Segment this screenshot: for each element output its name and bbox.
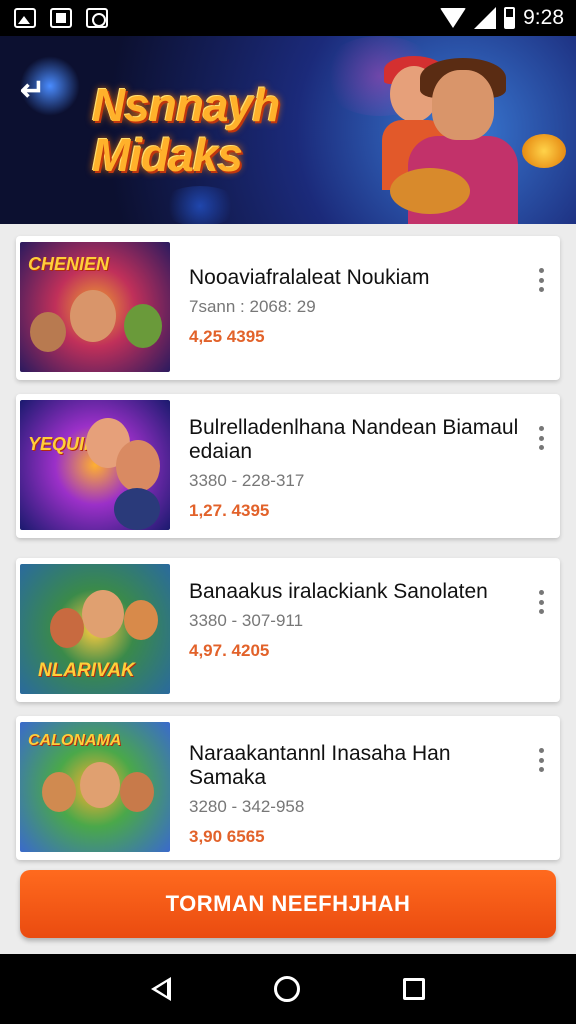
game-price: 4,25 4395 [189,327,265,346]
thumbnail-logo: CALONAMA [28,732,122,749]
app-screen: 9:28 ↵ Nsnnayh Midaks CHENIEN Nooaviafra… [0,0,576,1024]
game-title: Naraakantannl Inasaha Han Samaka [189,742,451,789]
banner-title: Nsnnayh Midaks [92,80,352,180]
list-item[interactable]: CALONAMA Naraakantannl Inasaha Han Samak… [16,716,560,860]
thumbnail-character [80,762,120,808]
thumbnail-character [124,600,158,640]
thumbnail-character [70,290,116,342]
book-icon [50,8,72,28]
thumbnail-character [124,304,162,348]
battery-icon [504,7,516,29]
thumbnail-character [116,440,160,492]
game-price: 4,97. 4205 [189,641,270,660]
more-options-icon[interactable] [538,590,544,614]
list-item[interactable]: YEQUIN Bulrelladenlhana Nandean Biamaul … [16,394,560,538]
status-notifications [14,8,108,28]
banner-glow [160,186,240,224]
thumbnail-character [82,590,124,638]
hero-banner: ↵ Nsnnayh Midaks [0,36,576,224]
game-meta: 3380 - 228-317 [189,471,305,490]
game-price: 3,90 6565 [189,827,265,846]
game-thumbnail[interactable]: NLARIVAK [20,564,170,694]
more-options-icon[interactable] [538,268,544,292]
game-title: Banaakus iralackiank Sanolaten [189,580,488,603]
photo-icon [14,8,36,28]
game-thumbnail[interactable]: CHENIEN [20,242,170,372]
signal-icon [474,7,497,29]
coin-icon [522,134,566,168]
game-info: Nooaviafralaleat Noukiam 7sann : 2068: 2… [189,266,520,348]
thumbnail-character [30,312,66,352]
nav-home-icon[interactable] [273,976,300,1002]
game-meta: 3280 - 342-958 [189,797,305,816]
game-title: Nooaviafralaleat Noukiam [189,266,430,289]
more-options-icon[interactable] [538,426,544,450]
thumbnail-character [114,488,160,530]
game-info: Banaakus iralackiank Sanolaten 3380 - 30… [189,580,520,662]
banner-title-line2: Midaks [92,129,243,181]
back-button[interactable]: ↵ [20,74,54,108]
game-meta: 3380 - 307-911 [189,611,304,630]
nav-back-icon[interactable] [151,977,172,1001]
game-meta: 7sann : 2068: 29 [189,297,316,316]
guitar [390,168,470,214]
status-time: 9:28 [523,6,564,29]
primary-action-button[interactable]: TORMAN NEEFHJHAH [20,870,556,938]
more-options-icon[interactable] [538,748,544,772]
status-bar: 9:28 [0,0,576,36]
game-thumbnail[interactable]: CALONAMA [20,722,170,852]
thumbnail-logo: CHENIEN [28,254,110,274]
banner-title-line1: Nsnnayh [92,79,280,131]
list-item[interactable]: CHENIEN Nooaviafralaleat Noukiam 7sann :… [16,236,560,380]
nav-recents-icon[interactable] [402,978,425,1000]
gear-icon [86,8,108,28]
thumbnail-character [42,772,76,812]
hero-head [432,70,494,140]
hero-character [370,48,550,224]
game-info: Bulrelladenlhana Nandean Biamaul edaian … [189,416,520,522]
status-system: 9:28 [440,6,564,30]
system-nav-bar [0,954,576,1024]
wifi-icon [440,8,467,28]
thumbnail-character [120,772,154,812]
game-title: Bulrelladenlhana Nandean Biamaul edaian [189,416,519,463]
game-info: Naraakantannl Inasaha Han Samaka 3280 - … [189,742,520,848]
list-item[interactable]: NLARIVAK Banaakus iralackiank Sanolaten … [16,558,560,702]
thumbnail-character [50,608,84,648]
game-thumbnail[interactable]: YEQUIN [20,400,170,530]
game-price: 1,27. 4395 [189,501,270,520]
thumbnail-logo: NLARIVAK [38,660,135,681]
